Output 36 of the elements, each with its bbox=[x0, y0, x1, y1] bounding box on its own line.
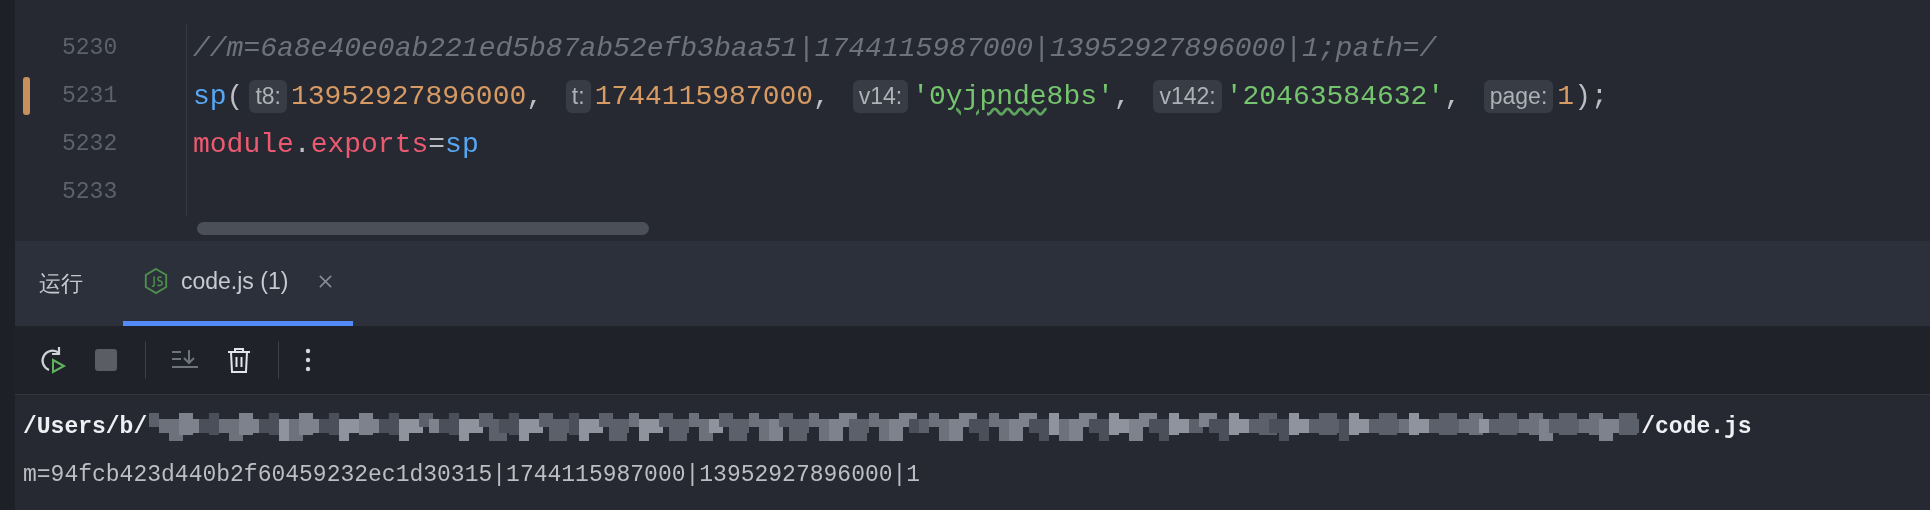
number-literal: 1744115987000 bbox=[594, 80, 814, 112]
close-icon[interactable] bbox=[318, 273, 334, 289]
line-number: 5230 bbox=[62, 35, 118, 61]
code-punctuation: ); bbox=[1574, 80, 1608, 112]
inlay-hint: t8: bbox=[249, 79, 287, 113]
horizontal-scrollbar[interactable] bbox=[197, 222, 649, 235]
inlay-hint: page: bbox=[1483, 79, 1554, 113]
number-literal: 1 bbox=[1557, 80, 1575, 112]
code-punctuation: = bbox=[428, 128, 446, 160]
code-keyword: module bbox=[193, 128, 294, 160]
code-punctuation: ( bbox=[226, 80, 244, 112]
line-number: 5233 bbox=[62, 179, 118, 205]
code-punctuation: , bbox=[1113, 80, 1132, 112]
inlay-hint: v14: bbox=[852, 79, 909, 113]
string-literal: '20463584632' bbox=[1225, 80, 1445, 112]
inlay-hint: t: bbox=[565, 79, 591, 113]
console-output: m=94fcb423d440b2f60459232ec1d30315|1744115987000|13952927896000|1 bbox=[23, 462, 921, 488]
path-suffix: /code.js bbox=[1641, 414, 1752, 440]
panel-title: 运行 bbox=[39, 269, 83, 298]
path-prefix: /Users/b/ bbox=[23, 414, 148, 440]
inlay-hint: v142: bbox=[1153, 79, 1222, 113]
function-name: sp bbox=[193, 80, 227, 112]
line-number: 5231 bbox=[62, 83, 118, 109]
string-literal: yjpnde bbox=[945, 80, 1047, 112]
string-literal: '0 bbox=[912, 80, 946, 112]
nodejs-hexagon-icon bbox=[143, 267, 169, 295]
code-punctuation: , bbox=[526, 80, 545, 112]
code-comment: //m=6a8e40e0ab221ed5b87ab52efb3baa51|1744115987000|13952927896000|1;path=/ bbox=[193, 32, 1437, 64]
code-keyword: exports bbox=[310, 128, 429, 160]
line-number: 5232 bbox=[62, 131, 118, 157]
number-literal: 13952927896000 bbox=[291, 80, 527, 112]
function-name: sp bbox=[445, 128, 479, 160]
code-punctuation: . bbox=[293, 128, 311, 160]
code-punctuation: , bbox=[813, 80, 831, 112]
string-literal: 8bs' bbox=[1046, 80, 1114, 112]
code-punctuation: , bbox=[1444, 80, 1462, 112]
